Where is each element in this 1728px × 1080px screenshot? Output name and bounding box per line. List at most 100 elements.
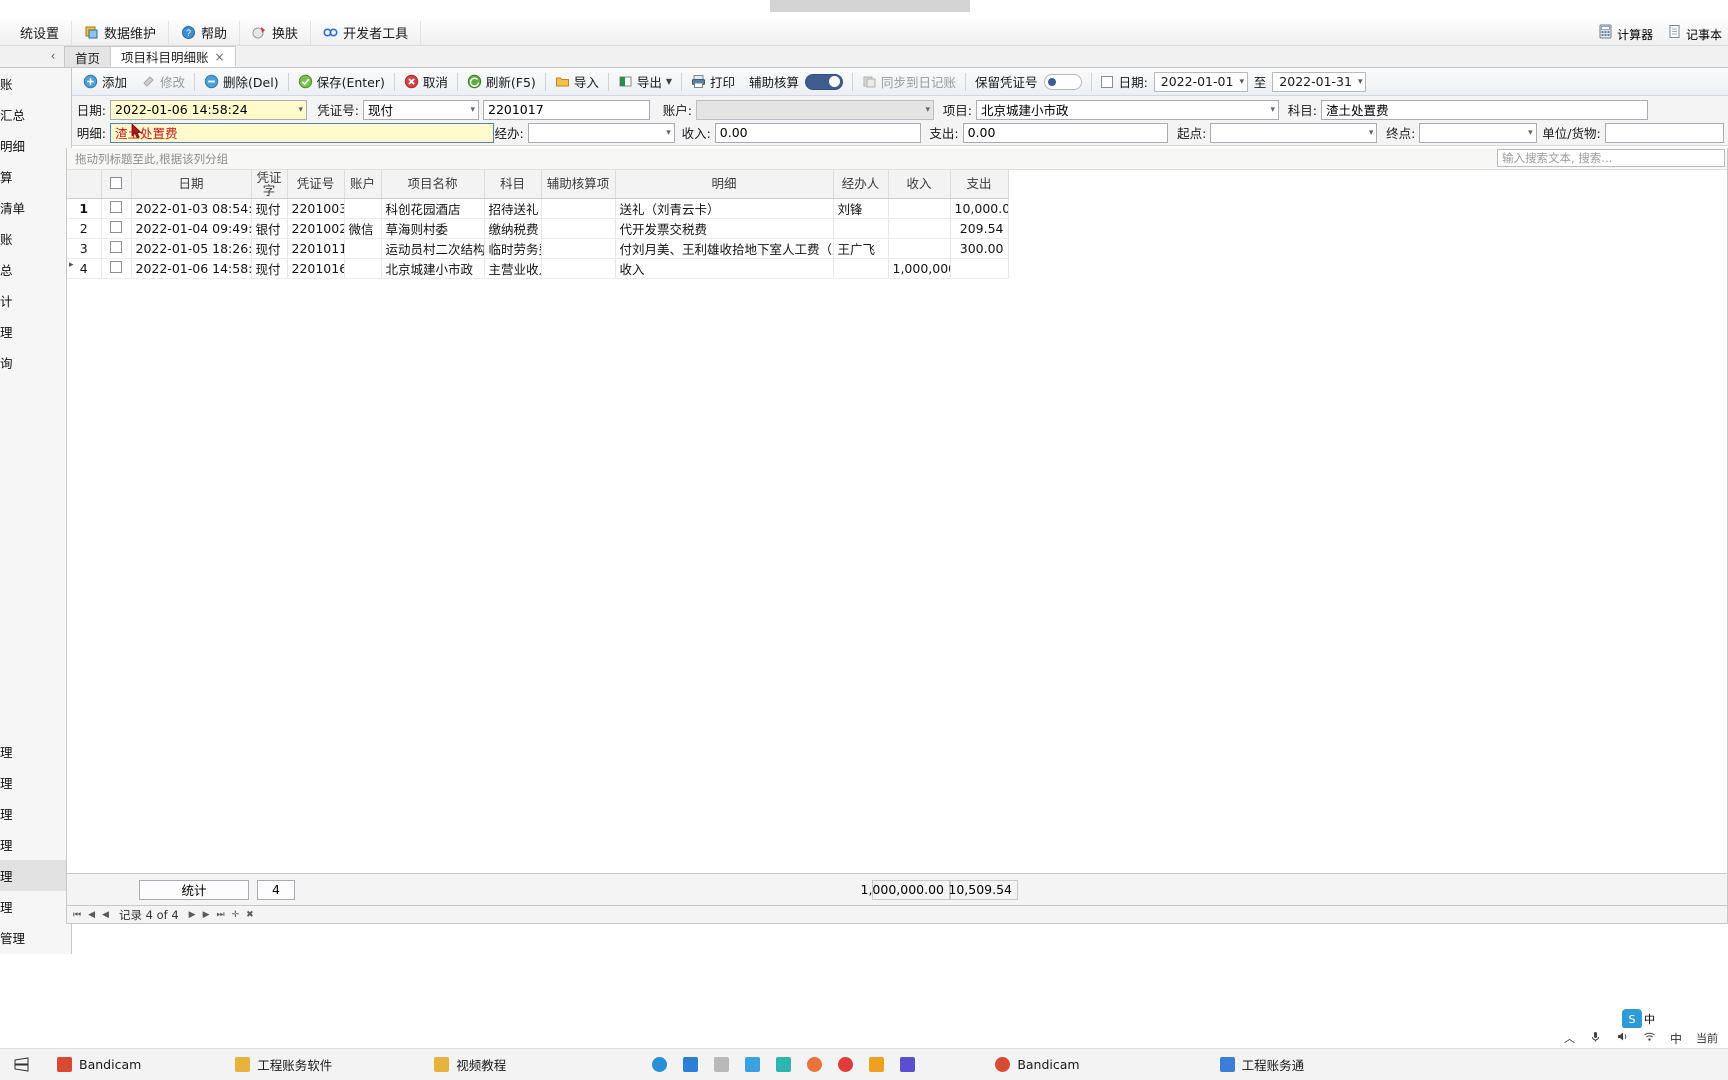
tab-home[interactable]: 首页 [64,46,112,67]
sogou-ime-icon[interactable]: S [1622,1009,1642,1029]
col-header-chk[interactable] [101,170,132,199]
col-header-vno[interactable]: 凭证号 [287,170,345,199]
wifi-icon[interactable] [1643,1030,1656,1046]
sidebar-item-3[interactable]: 算 [0,161,72,192]
taskbar-running-accounting[interactable]: 工程账务通 [1206,1049,1319,1080]
volume-icon[interactable] [1616,1030,1629,1046]
purple-app-icon[interactable] [900,1057,916,1072]
fox-icon[interactable] [807,1057,823,1072]
taskbar-item-video-tutorial[interactable]: 视频教程 [420,1049,520,1080]
import-button[interactable]: 导入 [548,70,606,94]
col-header-vtype[interactable]: 凭证字 [251,170,288,199]
col-header-aux[interactable]: 辅助核算项 [541,170,616,199]
menu-calculator[interactable]: 计算器 [1598,24,1653,43]
sync-journal-button[interactable]: 同步到日记账 [855,70,963,94]
sidebar-bottom-item-2[interactable]: 理 [0,798,72,829]
table-row[interactable]: 4▸ 2022-01-06 14:58:24现付2201016 北京城建小市政主营业… [67,258,1009,279]
col-header-date[interactable]: 日期 [131,170,252,199]
tray-expand-icon[interactable]: ︿ [1564,1030,1575,1046]
date-filter-checkbox[interactable] [1100,75,1113,88]
print-button[interactable]: 打印 [684,70,742,94]
ime-floating-bar[interactable]: S 中 [1622,1008,1668,1030]
pager-prev2-button[interactable]: ◀ [101,910,110,920]
col-header-income[interactable]: 收入 [888,170,951,199]
menu-notepad[interactable]: 记事本 [1667,24,1722,43]
income-field[interactable]: 0.00 [714,122,921,143]
tab-close-icon[interactable]: × [215,50,225,64]
edit-button[interactable]: 修改 [134,70,192,94]
save-button[interactable]: 保存(Enter) [291,70,392,94]
vscode-icon[interactable] [683,1057,699,1072]
blue-app-icon[interactable] [745,1057,761,1072]
menu-skin[interactable]: 换肤 [240,20,312,45]
red-app-icon[interactable] [838,1057,854,1072]
voucher-type-field[interactable]: 现付 ▾ [363,99,479,120]
handler-field[interactable]: ▾ [527,122,675,143]
tab-project-subject-ledger[interactable]: 项目科目明细账 × [110,46,236,67]
ime-lang-indicator[interactable]: 中 [1670,1030,1682,1047]
col-header-detail[interactable]: 明细 [615,170,834,199]
row-select-checkbox[interactable] [110,220,122,233]
sidebar-bottom-item-4[interactable]: 理 [0,860,72,891]
cancel-button[interactable]: 取消 [397,70,455,94]
sidebar-item-8[interactable]: 理 [0,316,72,347]
row-select-checkbox[interactable] [110,260,122,273]
pager-add-button[interactable]: ✛ [231,910,241,920]
sidebar-bottom-item-6[interactable]: 管理 [0,922,72,953]
voucher-no-field[interactable]: 2201017 [483,99,650,120]
sidebar-bottom-item-3[interactable]: 理 [0,829,72,860]
unit-field[interactable] [1604,122,1725,143]
grid-search-input[interactable]: 输入搜索文本, 搜索... [1497,149,1725,167]
row-expand-icon[interactable]: ▸ [69,260,74,270]
table-row[interactable]: 2 2022-01-04 09:49:18银付2201002微信草海则村委缴纳税费… [67,218,1009,239]
sidebar-item-2[interactable]: 明细 [0,130,72,161]
table-row[interactable]: 3 2022-01-05 18:26:24现付2201011 运动员村二次结构临时劳… [67,238,1009,259]
col-header-subject[interactable]: 科目 [484,170,542,199]
keep-voucher-toggle[interactable] [1043,73,1082,90]
table-row[interactable]: 1 2022-01-03 08:54:13现付2201003 科创花园酒店招待送礼 送… [67,198,1009,219]
mic-icon[interactable] [1589,1030,1602,1046]
add-button[interactable]: 添加 [76,70,134,94]
export-button[interactable]: 导出 ▼ [611,70,679,94]
date-from-dropdown[interactable]: 2022-01-01 ▾ [1153,71,1248,92]
taskbar-running-bandicam[interactable]: Bandicam [981,1049,1093,1080]
teal-app-icon[interactable] [776,1057,792,1072]
tab-scroll-left-icon[interactable]: ‹ [42,45,64,67]
sidebar-bottom-item-5[interactable]: 理 [0,891,72,922]
sidebar-item-6[interactable]: 总 [0,254,72,285]
taskbar-item-bandicam-1[interactable]: Bandicam [43,1049,155,1080]
pager-delete-button[interactable]: ✖ [245,910,255,920]
expense-field[interactable]: 0.00 [962,122,1169,143]
menu-help[interactable]: ? 帮助 [169,20,241,45]
menu-data-maintenance[interactable]: 数据维护 [72,20,170,45]
date-to-dropdown[interactable]: 2022-01-31 ▾ [1272,71,1367,92]
folder-icon[interactable] [714,1057,730,1072]
sidebar-bottom-item-0[interactable]: 理 [0,736,72,767]
sidebar-item-7[interactable]: 计 [0,285,72,316]
row-select-checkbox[interactable] [110,200,122,213]
subject-field[interactable]: 渣土处置费 [1321,99,1648,120]
pager-last-button[interactable]: ⏭ [215,910,225,920]
pager-prev-button[interactable]: ◀ [87,910,96,920]
sidebar-item-1[interactable]: 汇总 [0,99,72,130]
col-header-account[interactable]: 账户 [344,170,382,199]
taskbar-item-accounting-software[interactable]: 工程账务软件 [221,1049,346,1080]
start-field[interactable]: ▾ [1210,122,1378,143]
project-field[interactable]: 北京城建小市政 ▾ [976,99,1279,120]
sidebar-item-5[interactable]: 账 [0,223,72,254]
pager-next2-button[interactable]: ▶ [202,910,211,920]
col-header-idx[interactable] [67,170,102,199]
col-header-expense[interactable]: 支出 [950,170,1009,199]
sidebar-item-4[interactable]: 清单 [0,192,72,223]
row-select-checkbox[interactable] [110,240,122,253]
start-button[interactable] [0,1049,43,1080]
aux-account-toggle[interactable] [805,73,844,90]
menu-devtools[interactable]: 开发者工具 [311,20,422,45]
date-field[interactable]: 2022-01-06 14:58:24 ▾ [110,99,307,120]
edge-icon[interactable] [652,1057,668,1072]
sidebar-item-9[interactable]: 询 [0,347,72,378]
col-header-handler[interactable]: 经办人 [833,170,889,199]
detail-field[interactable]: 渣土处置费 [110,122,494,143]
account-field[interactable]: ▾ [696,99,934,120]
menu-system-settings[interactable]: 统设置 [0,20,73,45]
